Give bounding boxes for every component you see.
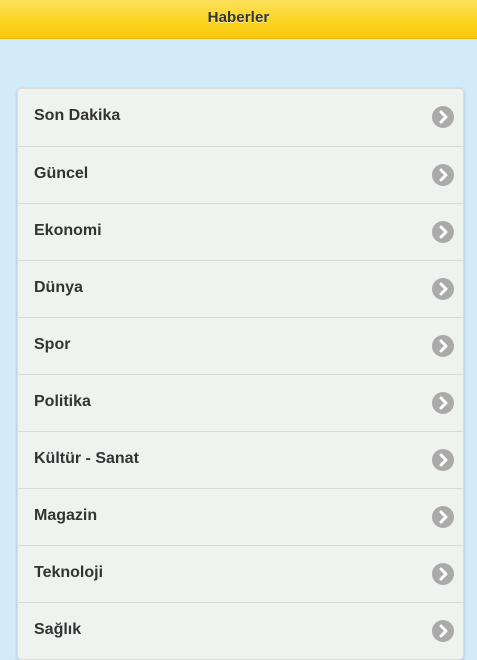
category-list: Son Dakika Güncel Ekonomi Dünya Spor Pol… xyxy=(17,88,464,660)
list-item-label: Magazin xyxy=(34,507,98,524)
chevron-right-icon xyxy=(432,106,454,128)
list-item-label: Teknoloji xyxy=(34,564,104,581)
chevron-right-icon xyxy=(432,335,454,357)
list-item-label: Ekonomi xyxy=(34,222,102,239)
chevron-right-icon xyxy=(432,392,454,414)
list-item-spor[interactable]: Spor xyxy=(18,317,463,374)
chevron-right-icon xyxy=(432,506,454,528)
chevron-right-icon xyxy=(432,563,454,585)
list-item-label: Spor xyxy=(34,336,71,353)
chevron-right-icon xyxy=(432,221,454,243)
list-item-guncel[interactable]: Güncel xyxy=(18,146,463,203)
list-item-dunya[interactable]: Dünya xyxy=(18,260,463,317)
list-item-label: Politika xyxy=(34,393,91,410)
list-item-label: Son Dakika xyxy=(34,107,121,124)
chevron-right-icon xyxy=(432,449,454,471)
list-item-label: Kültür - Sanat xyxy=(34,450,139,467)
list-item-teknoloji[interactable]: Teknoloji xyxy=(18,545,463,602)
list-item-ekonomi[interactable]: Ekonomi xyxy=(18,203,463,260)
app-header: Haberler xyxy=(0,0,477,39)
list-item-label: Güncel xyxy=(34,165,89,182)
list-item-son-dakika[interactable]: Son Dakika xyxy=(18,89,463,146)
list-item-kultur-sanat[interactable]: Kültür - Sanat xyxy=(18,431,463,488)
list-item-magazin[interactable]: Magazin xyxy=(18,488,463,545)
chevron-right-icon xyxy=(432,278,454,300)
list-item-politika[interactable]: Politika xyxy=(18,374,463,431)
list-item-saglik[interactable]: Sağlık xyxy=(18,602,463,659)
chevron-right-icon xyxy=(432,164,454,186)
page-title: Haberler xyxy=(207,9,270,26)
list-item-label: Sağlık xyxy=(34,621,82,638)
chevron-right-icon xyxy=(432,620,454,642)
list-item-label: Dünya xyxy=(34,279,83,296)
